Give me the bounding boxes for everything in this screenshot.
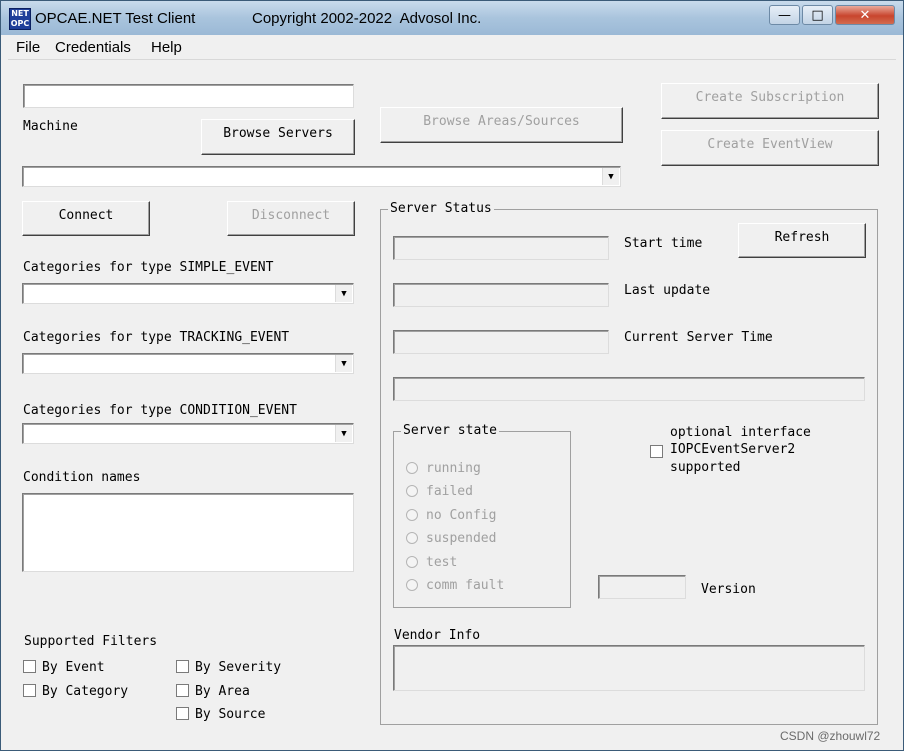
last-update-field <box>393 283 609 307</box>
create-eventview-button[interactable]: Create EventView <box>661 130 879 166</box>
condition-names-label: Condition names <box>23 470 141 485</box>
optional-interface-checkbox[interactable] <box>650 445 663 458</box>
version-label: Version <box>701 582 756 597</box>
no-config-radio[interactable] <box>406 509 418 521</box>
chevron-down-icon[interactable]: ▼ <box>335 355 352 372</box>
by-area-label: By Area <box>195 684 250 699</box>
watermark-text: CSDN @zhouwl72 <box>780 729 881 743</box>
current-server-time-field <box>393 330 609 354</box>
menu-credentials[interactable]: Credentials <box>55 39 131 56</box>
by-area-checkbox[interactable] <box>176 684 189 697</box>
client-area: Machine Browse Servers Browse Areas/Sour… <box>8 60 896 743</box>
browse-servers-button[interactable]: Browse Servers <box>201 119 355 155</box>
simple-event-dropdown[interactable]: ▼ <box>22 283 354 304</box>
by-event-checkbox[interactable] <box>23 660 36 673</box>
minimize-icon: — <box>778 7 791 23</box>
copyright-text: Copyright 2002-2022 Advosol Inc. <box>252 10 482 27</box>
by-source-label: By Source <box>195 707 266 722</box>
maximize-icon: □ <box>811 7 824 23</box>
tracking-event-label: Categories for type TRACKING_EVENT <box>23 330 290 345</box>
by-severity-checkbox[interactable] <box>176 660 189 673</box>
status-info-field <box>393 377 865 401</box>
failed-label: failed <box>426 484 473 499</box>
close-button[interactable]: ✕ <box>835 5 895 25</box>
vendor-info-label: Vendor Info <box>394 628 481 643</box>
start-time-field <box>393 236 609 260</box>
by-event-label: By Event <box>42 660 105 675</box>
current-server-time-label: Current Server Time <box>624 330 773 345</box>
minimize-button[interactable]: — <box>769 5 800 25</box>
optional-interface-label-1: optional interface <box>670 425 811 440</box>
simple-event-label: Categories for type SIMPLE_EVENT <box>23 260 274 275</box>
refresh-button[interactable]: Refresh <box>738 223 866 258</box>
no-config-label: no Config <box>426 508 497 523</box>
by-severity-label: By Severity <box>195 660 282 675</box>
version-field <box>598 575 686 599</box>
server-dropdown[interactable]: ▼ <box>22 166 621 187</box>
title-bar[interactable]: NET OPC OPCAE.NET Test Client Copyright 2… <box>1 1 903 35</box>
last-update-label: Last update <box>624 283 711 298</box>
failed-radio[interactable] <box>406 485 418 497</box>
by-category-label: By Category <box>42 684 129 699</box>
menu-help[interactable]: Help <box>151 39 182 56</box>
condition-event-dropdown[interactable]: ▼ <box>22 423 354 444</box>
server-state-title: Server state <box>401 423 499 438</box>
test-radio[interactable] <box>406 556 418 568</box>
start-time-label: Start time <box>624 236 703 251</box>
chevron-down-icon[interactable]: ▼ <box>602 168 619 185</box>
comm-fault-label: comm fault <box>426 578 505 593</box>
optional-interface-label-2: IOPCEventServer2 <box>670 442 796 457</box>
chevron-down-icon[interactable]: ▼ <box>335 425 352 442</box>
window-title: OPCAE.NET Test Client <box>35 10 196 27</box>
comm-fault-radio[interactable] <box>406 579 418 591</box>
machine-input[interactable] <box>23 84 354 108</box>
maximize-button[interactable]: □ <box>802 5 833 25</box>
supported-filters-label: Supported Filters <box>24 634 158 649</box>
condition-names-list[interactable] <box>22 493 354 572</box>
server-status-title: Server Status <box>388 201 494 216</box>
disconnect-button[interactable]: Disconnect <box>227 201 355 236</box>
machine-label: Machine <box>23 119 78 134</box>
suspended-label: suspended <box>426 531 497 546</box>
condition-event-label: Categories for type CONDITION_EVENT <box>23 403 297 418</box>
menu-file[interactable]: File <box>16 39 40 56</box>
by-category-checkbox[interactable] <box>23 684 36 697</box>
menu-bar: File Credentials Help <box>8 36 896 60</box>
running-label: running <box>426 461 481 476</box>
chevron-down-icon[interactable]: ▼ <box>335 285 352 302</box>
create-subscription-button[interactable]: Create Subscription <box>661 83 879 119</box>
test-label: test <box>426 555 458 570</box>
optional-interface-label-3: supported <box>670 460 741 475</box>
suspended-radio[interactable] <box>406 532 418 544</box>
opc-app-icon: NET OPC <box>9 8 31 30</box>
connect-button[interactable]: Connect <box>22 201 150 236</box>
browse-areas-button[interactable]: Browse Areas/Sources <box>380 107 623 143</box>
running-radio[interactable] <box>406 462 418 474</box>
by-source-checkbox[interactable] <box>176 707 189 720</box>
tracking-event-dropdown[interactable]: ▼ <box>22 353 354 374</box>
vendor-info-field <box>393 645 865 691</box>
close-icon: ✕ <box>859 7 871 23</box>
